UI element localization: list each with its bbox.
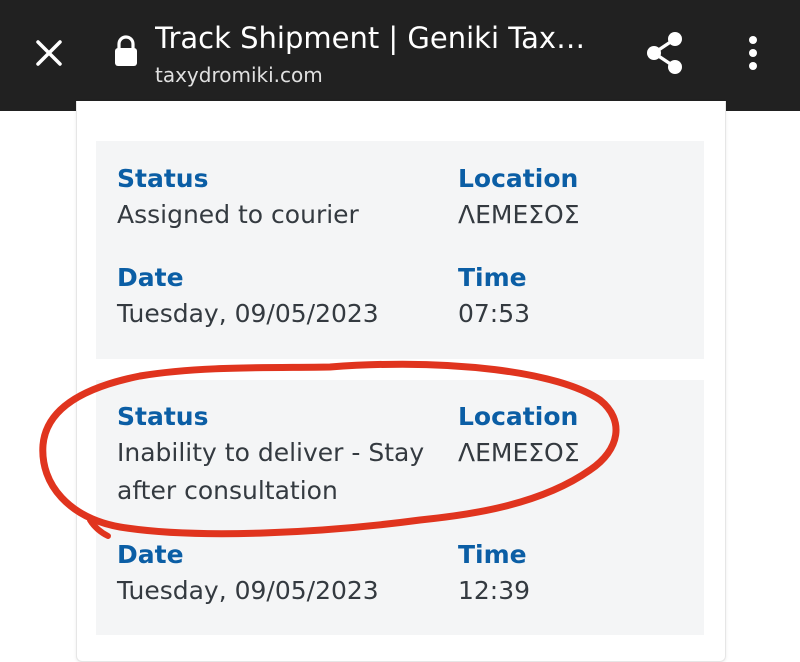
- date-value: Tuesday, 09/05/2023: [117, 299, 379, 328]
- time-value: 07:53: [458, 299, 531, 328]
- date-label: Date: [117, 263, 184, 292]
- share-icon[interactable]: [640, 28, 690, 78]
- time-label: Time: [458, 263, 527, 292]
- more-vert-icon[interactable]: [735, 28, 771, 78]
- lock-icon: [113, 34, 139, 68]
- time-label: Time: [458, 540, 527, 569]
- status-value-line2: after consultation: [117, 476, 338, 505]
- time-field: Time 07:53: [458, 261, 530, 333]
- tracking-event: Status Assigned to courier Location ΛΕΜΕ…: [96, 141, 704, 359]
- status-label: Status: [117, 402, 209, 431]
- date-value: Tuesday, 09/05/2023: [117, 576, 379, 605]
- status-value: Assigned to courier: [117, 200, 359, 229]
- page-title: Track Shipment | Geniki Taxy…: [155, 21, 600, 55]
- status-label: Status: [117, 164, 209, 193]
- tracking-content: Status Assigned to courier Location ΛΕΜΕ…: [0, 101, 800, 662]
- location-label: Location: [458, 402, 579, 431]
- status-field: Status Assigned to courier: [117, 162, 359, 234]
- location-value: ΛΕΜΕΣΟΣ: [458, 438, 580, 467]
- location-field: Location ΛΕΜΕΣΟΣ: [458, 400, 580, 472]
- page-domain: taxydromiki.com: [155, 63, 323, 87]
- browser-toolbar: Track Shipment | Geniki Taxy… taxydromik…: [0, 0, 800, 111]
- time-value: 12:39: [458, 576, 531, 605]
- location-field: Location ΛΕΜΕΣΟΣ: [458, 162, 580, 234]
- status-field: Status Inability to deliver - Stay after…: [117, 400, 424, 510]
- time-field: Time 12:39: [458, 538, 530, 610]
- close-icon[interactable]: [27, 31, 71, 75]
- date-label: Date: [117, 540, 184, 569]
- tracking-event: Status Inability to deliver - Stay after…: [96, 380, 704, 635]
- location-value: ΛΕΜΕΣΟΣ: [458, 200, 580, 229]
- status-value-line1: Inability to deliver - Stay: [117, 438, 425, 467]
- location-label: Location: [458, 164, 579, 193]
- date-field: Date Tuesday, 09/05/2023: [117, 261, 379, 333]
- date-field: Date Tuesday, 09/05/2023: [117, 538, 379, 610]
